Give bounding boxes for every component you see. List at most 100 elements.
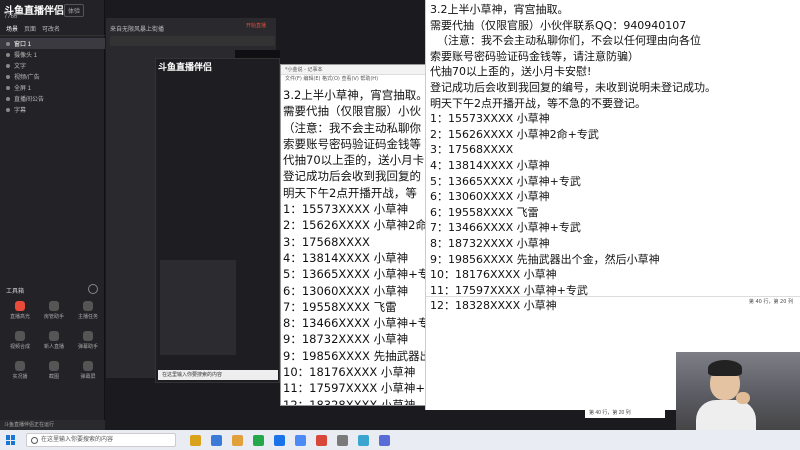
scene-item[interactable]: 视频/广告: [0, 71, 105, 82]
notepad-line: 3：17568XXXX: [430, 143, 514, 157]
person-hair: [708, 360, 742, 376]
tool-label: 实况播: [12, 373, 28, 380]
tool-label: 截图: [48, 373, 59, 380]
tool-icon: [15, 360, 25, 371]
scene-item[interactable]: 直播间公告: [0, 93, 105, 104]
eye-icon[interactable]: [6, 63, 10, 68]
tool-label: 弹幕助手: [77, 343, 98, 350]
running-alert: 斗鱼直播伴侣正在运行: [0, 420, 105, 430]
notepad-line: 4：13814XXXX 小草神: [430, 158, 550, 172]
screen: 斗鱼直播伴侣 体验 7766 场景 页面 可改名 窗口 1 摄像头 1 文字视频/广…: [0, 0, 800, 450]
tool-button[interactable]: 主播任务: [72, 298, 104, 322]
taskbar-app-icon[interactable]: [253, 434, 264, 446]
scene-item[interactable]: 摄像头 1: [0, 49, 105, 60]
notepad-menu[interactable]: 文件(F) 编辑(E) 格式(O) 查看(V) 帮助(H): [281, 75, 429, 83]
notepad-line: 12：18328XXXX 小草神: [283, 397, 416, 406]
eye-icon[interactable]: [6, 107, 10, 112]
notepad-line: 5：13665XXXX 小草神+专武: [430, 174, 581, 188]
taskbar-app-icons: [190, 434, 390, 446]
notepad-line: 索要账号密码验证码金钱等，请注意防骗）: [430, 49, 639, 63]
preview-toolbar: [110, 36, 275, 46]
tool-label: 新人直播: [43, 343, 64, 350]
notepad-line: 代抽70以上歪的，送小月卡: [283, 153, 425, 168]
notepad-line: 8：18732XXXX 小草神: [430, 236, 550, 250]
notepad-text-area-right[interactable]: 3.2上半小草神，宵宫抽取。需要代抽（仅限官服）小伙伴联系QQ：94094010…: [426, 0, 800, 314]
scene-item[interactable]: 字幕: [0, 104, 105, 115]
start-live-button[interactable]: 开始直播: [246, 22, 280, 31]
taskbar-app-icon[interactable]: [274, 434, 285, 446]
notepad-line: 9：18732XXXX 小草神: [283, 332, 409, 347]
scene-item[interactable]: 全屏 1: [0, 82, 105, 93]
scene-item-label: 直播间公告: [14, 97, 45, 103]
tool-icon: [49, 330, 59, 341]
tool-button[interactable]: 弹幕屏: [72, 358, 104, 382]
notepad-line: 1：15573XXXX 小草神: [283, 202, 409, 217]
tab-scenes[interactable]: 场景: [6, 24, 18, 33]
taskbar-app-icon[interactable]: [337, 434, 348, 446]
app-badge[interactable]: 体验: [64, 4, 85, 17]
notepad-line: 5：13665XXXX 小草神+专: [283, 267, 430, 282]
notepad-status: 第 40 行，第 20 列: [426, 296, 800, 306]
scene-item[interactable]: 文字: [0, 60, 105, 71]
preview-title: 来自无限风暴上街播: [110, 27, 165, 33]
notepad-text-area[interactable]: 3.2上半小草神，宵宫抽取。 需要代抽（仅限官服）小伙 （注意：我不会主动私聊你 索要…: [281, 83, 430, 406]
taskbar-app-icon[interactable]: [379, 434, 390, 446]
eye-icon[interactable]: [6, 74, 10, 79]
notepad-line: 9：19856XXXX 先抽武器出个金，然后小草神: [430, 252, 660, 266]
scene-item-label: 视频/广告: [14, 75, 40, 81]
taskbar-app-icon[interactable]: [358, 434, 369, 446]
notepad-line: 需要代抽（仅限官服）小伙伴联系QQ：940940107: [430, 18, 687, 32]
scene-item-label: 摄像头 1: [14, 53, 38, 59]
notepad-window-right[interactable]: 3.2上半小草神，宵宫抽取。需要代抽（仅限官服）小伙伴联系QQ：94094010…: [425, 0, 800, 410]
room-id: 7766: [4, 14, 18, 20]
taskbar-app-icon[interactable]: [295, 434, 306, 446]
taskbar-app-icon[interactable]: [316, 434, 327, 446]
gear-icon[interactable]: [88, 284, 98, 294]
webcam-feed: [676, 352, 800, 432]
eye-icon[interactable]: [6, 52, 10, 57]
eye-icon[interactable]: [6, 41, 10, 46]
tool-button[interactable]: 直播高光: [4, 298, 36, 322]
tool-button[interactable]: 新人直播: [38, 328, 70, 352]
tool-label: 直播高光: [9, 313, 30, 320]
tool-icon: [83, 330, 93, 341]
notepad-line: 代抽70以上歪的，送小月卡安慰!: [430, 65, 592, 79]
notepad-line: 3：17568XXXX: [283, 234, 370, 249]
taskbar-app-icon[interactable]: [190, 434, 201, 446]
notepad-line: 8：13466XXXX 小草神+专武: [283, 316, 430, 331]
tab-pages[interactable]: 页面: [24, 24, 36, 33]
tool-button[interactable]: 截图: [38, 358, 70, 382]
notepad-line: 6：19558XXXX 飞雷: [430, 205, 539, 219]
tool-button[interactable]: 弹幕助手: [72, 328, 104, 352]
tool-icon: [49, 360, 59, 371]
notepad-window-center[interactable]: *小金说 - 记事本 文件(F) 编辑(E) 格式(O) 查看(V) 帮助(H)…: [280, 64, 430, 406]
windows-start-icon[interactable]: [6, 435, 16, 445]
notepad-line: 10：18176XXXX 小草神: [283, 365, 416, 380]
taskbar-app-icon[interactable]: [211, 434, 222, 446]
notepad-status-bottom: 第 40 行，第 20 列: [585, 408, 665, 418]
tool-icon: [83, 300, 93, 311]
eye-icon[interactable]: [6, 85, 10, 90]
notepad-line: 9：19856XXXX 先抽武器出个金，然后小草神: [283, 348, 429, 363]
notepad-line: 11：17597XXXX 小草神+专武: [283, 381, 429, 396]
tool-button[interactable]: 视频合成: [4, 328, 36, 352]
tab-rename[interactable]: 可改名: [42, 24, 60, 33]
notepad-line: 明天下午2点开播开战，等不急的不要登记。: [430, 96, 646, 110]
nested-app-logo: 斗鱼直播伴侣: [158, 62, 213, 72]
notepad-line: 登记成功后会收到我回复的: [283, 169, 421, 184]
taskbar-search-input[interactable]: 在这里输入你要搜索的内容: [26, 433, 176, 447]
tool-icon: [15, 330, 25, 341]
tool-button[interactable]: 房管助手: [38, 298, 70, 322]
app-logo: 斗鱼直播伴侣: [4, 6, 64, 17]
scene-item[interactable]: 窗口 1: [0, 38, 105, 49]
eye-icon[interactable]: [6, 96, 10, 101]
windows-taskbar: 在这里输入你要搜索的内容: [0, 430, 800, 450]
notepad-line: 登记成功后会收到我回复的编号，未收到说明未登记成功。: [430, 80, 716, 94]
tool-button[interactable]: 实况播: [4, 358, 36, 382]
tool-icon: [83, 360, 93, 371]
scene-list: 窗口 1 摄像头 1 文字视频/广告 全屏 1 直播间公告 字幕: [0, 38, 105, 115]
notepad-line: 3.2上半小草神，宵宫抽取。: [430, 3, 569, 16]
taskbar-app-icon[interactable]: [232, 434, 243, 446]
notepad-line: 6：13060XXXX 小草神: [283, 283, 409, 298]
tool-icon: [49, 300, 59, 311]
